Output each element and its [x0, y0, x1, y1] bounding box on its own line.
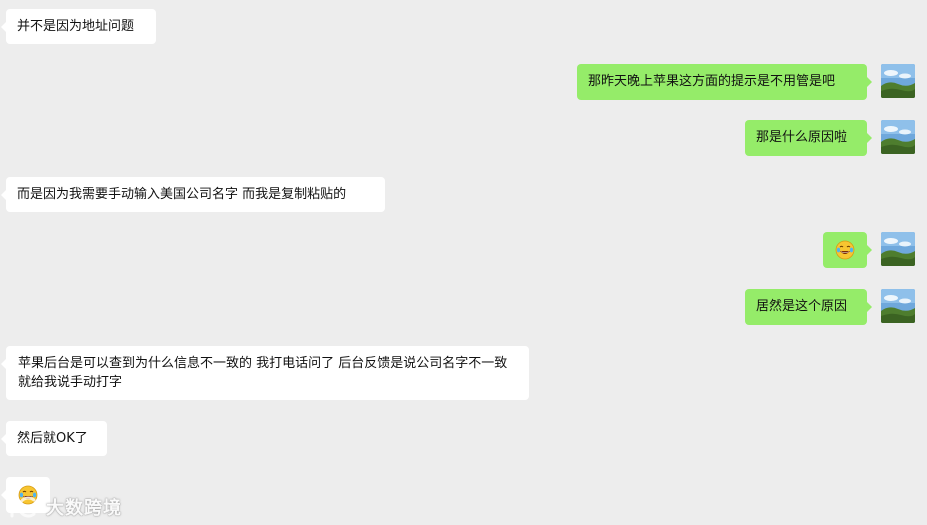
message-text: 那是什么原因啦: [756, 130, 848, 145]
chat-message-incoming[interactable]: 并不是因为地址问题: [1, 9, 156, 44]
chat-message-outgoing[interactable]: [823, 232, 872, 268]
chat-message-incoming[interactable]: 苹果后台是可以查到为什么信息不一致的 我打电话问了 后台反馈是说公司名字不一致 …: [1, 346, 529, 400]
message-text: 那昨天晚上苹果这方面的提示是不用管是吧: [588, 74, 836, 89]
user-avatar[interactable]: [881, 289, 915, 323]
chat-message-outgoing[interactable]: 那是什么原因啦: [745, 120, 872, 156]
user-avatar[interactable]: [881, 232, 915, 266]
watermark-logo-icon: [10, 496, 38, 518]
message-text: 并不是因为地址问题: [17, 19, 135, 34]
chat-message-outgoing[interactable]: 居然是这个原因: [745, 289, 872, 325]
chat-message-outgoing[interactable]: 那昨天晚上苹果这方面的提示是不用管是吧: [577, 64, 872, 100]
landscape-avatar-icon: [881, 232, 915, 266]
message-text: 居然是这个原因: [756, 299, 848, 314]
message-text: 而是因为我需要手动输入美国公司名字 而我是复制粘贴的: [17, 187, 347, 202]
chat-message-incoming[interactable]: 而是因为我需要手动输入美国公司名字 而我是复制粘贴的: [1, 177, 385, 212]
user-avatar[interactable]: [881, 120, 915, 154]
message-text: 然后就OK了: [17, 431, 88, 446]
landscape-avatar-icon: [881, 64, 915, 98]
landscape-avatar-icon: [881, 120, 915, 154]
watermark-text: 大数跨境: [46, 498, 122, 519]
chat-message-incoming[interactable]: 然后就OK了: [1, 421, 107, 456]
message-text: 苹果后台是可以查到为什么信息不一致的 我打电话问了 后台反馈是说公司名字不一致 …: [18, 356, 508, 390]
user-avatar[interactable]: [881, 64, 915, 98]
watermark: 大数跨境: [8, 492, 122, 522]
landscape-avatar-icon: [881, 289, 915, 323]
laugh-cry-emoji-icon: [835, 240, 855, 260]
